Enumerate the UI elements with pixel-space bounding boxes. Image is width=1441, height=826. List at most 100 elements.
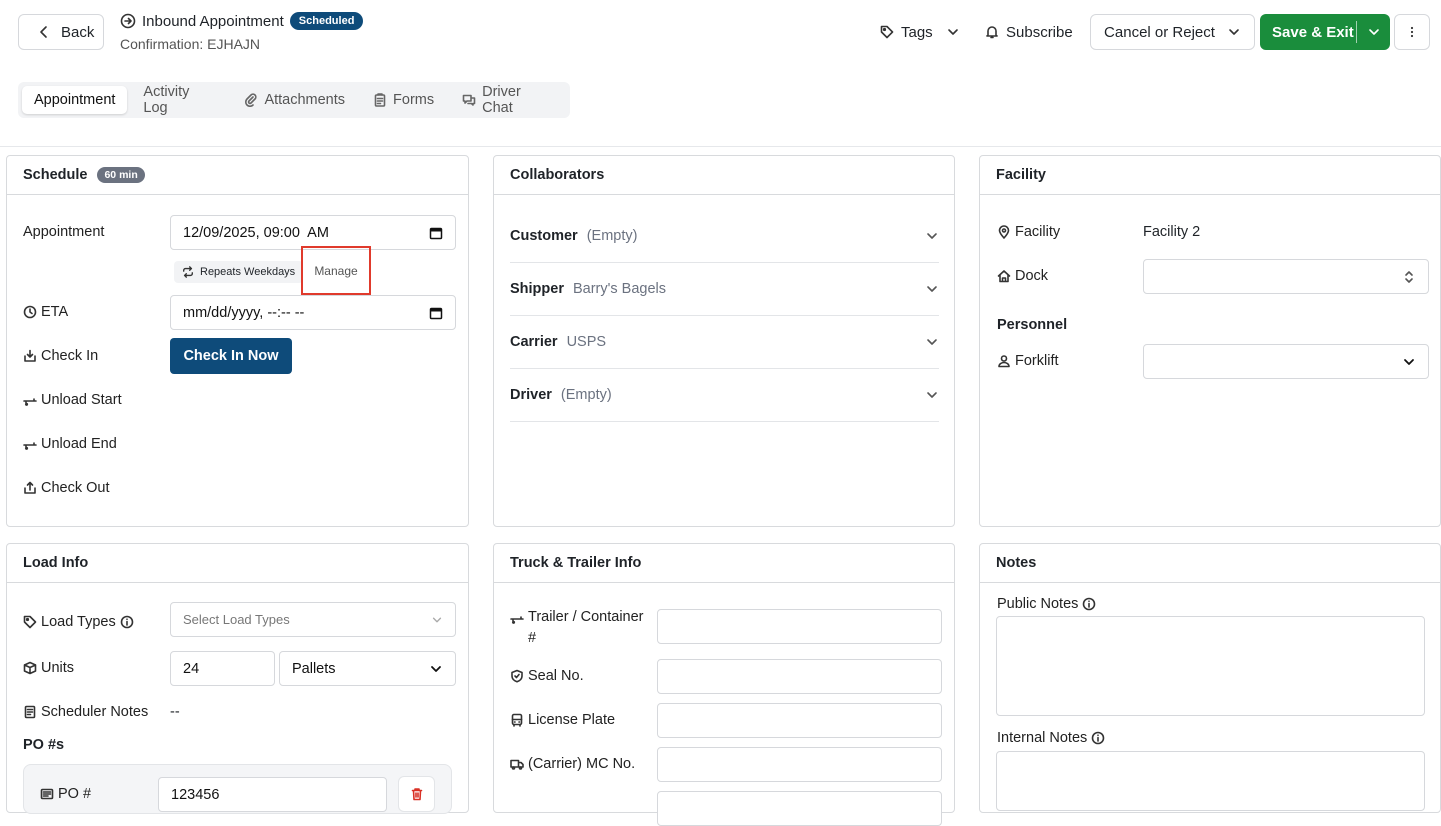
trailer-label: Trailer / Container # [510,607,650,649]
label-text: Scheduler Notes [41,704,149,720]
save-and-exit-button[interactable]: Save & Exit [1260,14,1390,50]
personnel-heading: Personnel [997,317,1068,333]
select-placeholder: Select Load Types [183,612,290,627]
tab-attachments[interactable]: Attachments [232,86,357,114]
collaborator-value: (Empty) [560,387,612,403]
calendar-icon[interactable] [429,306,443,320]
label-text: Public Notes [997,596,1079,612]
label-text: (Carrier) MC No. [528,756,636,772]
collaborator-key: Driver [510,387,552,403]
receipt-icon [40,787,54,801]
shield-icon [510,669,524,683]
label-text: Dock [1015,268,1049,284]
dock-select[interactable] [1143,259,1429,294]
info-icon[interactable] [120,615,134,629]
tags-button[interactable]: Tags [880,14,960,50]
load-types-label: Load Types [23,614,134,630]
back-button[interactable]: Back [18,14,104,50]
panel-title: Schedule [23,167,88,183]
trailer-icon [510,611,524,625]
panel-title: Notes [996,555,1037,571]
panel-header: Load Info [7,544,468,583]
tab-activity-log[interactable]: Activity Log [131,84,228,116]
panel-header: Notes [980,544,1440,583]
tab-bar: Appointment Activity Log Attachments For… [18,82,570,118]
tab-driver-chat[interactable]: Driver Chat [450,84,566,116]
more-vertical-icon [1405,25,1419,39]
delete-po-button[interactable] [398,776,435,812]
chevron-up-down-icon [1402,270,1416,284]
check-in-now-button[interactable]: Check In Now [170,338,292,374]
cancel-or-reject-button[interactable]: Cancel or Reject [1090,14,1255,50]
manage-label: Manage [314,263,358,278]
tab-forms[interactable]: Forms [361,86,446,114]
scheduler-notes-label: Scheduler Notes [23,704,148,720]
label-text: Check Out [41,480,110,496]
po-number-input[interactable]: 123456 [158,777,387,812]
input-placeholder: mm/dd/yyyy, --:-- -- [183,304,305,321]
panel-header: Schedule 60 min [7,156,468,195]
label-text: Units [41,660,75,676]
chevron-down-icon [946,25,960,39]
truck-icon [510,757,524,771]
save-label: Save & Exit [1272,23,1354,41]
public-notes-textarea[interactable] [996,616,1425,716]
chevron-down-icon[interactable] [1357,25,1390,39]
more-options-button[interactable] [1394,14,1430,50]
tab-label: Appointment [34,92,116,108]
eta-datetime-input[interactable]: mm/dd/yyyy, --:-- -- [170,295,456,330]
label-text: PO # [58,786,92,802]
collaborator-key: Shipper [510,281,564,297]
seal-number-input[interactable] [657,659,942,694]
status-badge: Scheduled [289,12,364,30]
collaborator-row-driver[interactable]: Driver (Empty) [510,369,939,422]
chevron-down-icon [925,282,939,296]
page-title-row: Inbound Appointment Scheduled [120,12,364,30]
chevron-left-icon [37,25,51,39]
units-label: Units [23,660,74,676]
cancel-label: Cancel or Reject [1104,23,1215,41]
license-plate-input[interactable] [657,703,942,738]
forklift-select[interactable] [1143,344,1429,379]
clock-icon [23,305,37,319]
arrow-circle-right-icon [120,13,136,29]
facility-label: Facility [997,224,1060,240]
trailer-icon [23,393,37,407]
label-text: Internal Notes [997,730,1088,746]
page-title: Inbound Appointment [142,12,284,30]
input-value: 12/09/2025, 09:00 AM [183,224,329,241]
label-text: ETA [41,304,69,320]
panel-header: Facility [980,156,1440,195]
additional-field-input[interactable] [657,791,942,826]
appointment-datetime-input[interactable]: 12/09/2025, 09:00 AM [170,215,456,250]
forklift-label: Forklift [997,353,1059,369]
trailer-number-input[interactable] [657,609,942,644]
check-out-icon [23,481,37,495]
duration-badge: 60 min [97,167,145,183]
tags-label: Tags [901,23,933,41]
units-input[interactable]: 24 [170,651,275,686]
user-icon [997,354,1011,368]
collaborator-row-customer[interactable]: Customer (Empty) [510,210,939,263]
button-label: Check In Now [183,348,279,364]
tab-label: Activity Log [143,84,190,116]
label-text: Seal No. [528,668,584,684]
info-icon[interactable] [1082,597,1096,611]
collaborator-row-shipper[interactable]: Shipper Barry's Bagels [510,263,939,316]
mc-number-input[interactable] [657,747,942,782]
trash-icon [410,787,424,801]
po-numbers-heading: PO #s [23,737,65,753]
load-types-select[interactable]: Select Load Types [170,602,456,637]
subscribe-button[interactable]: Subscribe [985,14,1073,50]
units-type-select[interactable]: Pallets [279,651,456,686]
collaborator-key: Carrier [510,334,558,350]
public-notes-label: Public Notes [997,596,1096,612]
manage-recurrence-button[interactable]: Manage [301,246,371,295]
box-icon [23,661,37,675]
input-value: 24 [183,660,200,677]
internal-notes-textarea[interactable] [996,751,1425,811]
collaborator-row-carrier[interactable]: Carrier USPS [510,316,939,369]
calendar-icon[interactable] [429,226,443,240]
tab-appointment[interactable]: Appointment [22,86,128,114]
info-icon[interactable] [1091,731,1105,745]
